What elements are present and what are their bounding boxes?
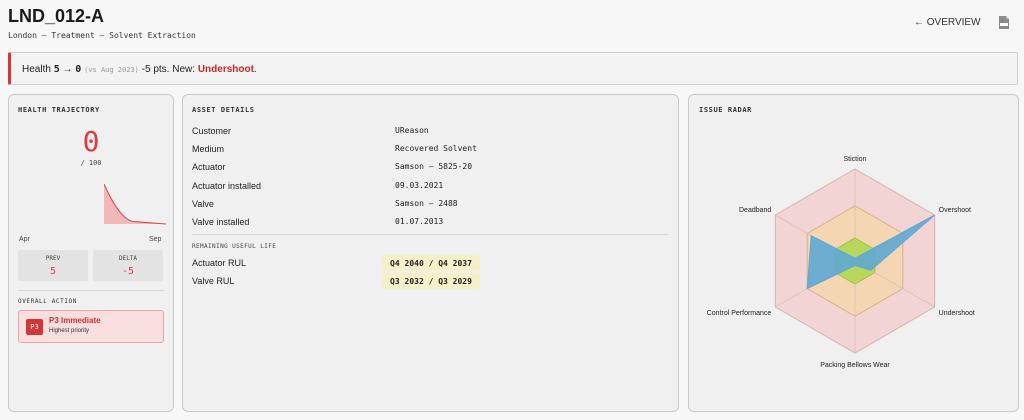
detail-row-actuator-installed: Actuator installed 09.03.2021 [192,181,668,195]
detail-value: Samson — 2488 [395,199,458,208]
prev-value: 5 [49,266,57,277]
alert-arrow: → [62,64,73,75]
alert-to-score: 0 [75,64,82,75]
detail-row-valve: Valve Samson — 2488 [192,199,668,213]
rul-value-text: Q3 2032 / Q3 2029 [390,277,472,286]
detail-key: Valve installed [192,217,250,227]
priority-badge: P3 [26,319,43,335]
radar-axis-label: Deadband [739,207,771,214]
divider [192,234,668,235]
delta-value: -5 [121,266,135,277]
panel-heading: ASSET DETAILS [192,106,255,114]
rul-value-text: Q4 2040 / Q4 2037 [390,259,472,268]
alert-comparison: (vs Aug 2023) [84,66,139,74]
radar-axis-label: Stiction [844,156,867,163]
detail-key: Customer [192,126,232,136]
delta-label: DELTA [118,255,138,262]
detail-row-medium: Medium Recovered Solvent [192,144,668,158]
page-title: LND_012-A [8,6,105,26]
overall-action-heading: OVERALL ACTION [18,298,77,305]
action-title: P3 Immediate [49,316,101,325]
divider [18,290,164,291]
sparkline-axis-end: Sep [149,236,162,243]
health-sparkline [104,183,166,225]
alert-from-score: 5 [53,64,60,75]
overall-action-card: P3 P3 Immediate Highest priority [18,310,164,343]
radar-axis-label: Packing Bellows Wear [820,362,890,369]
health-alert-banner: Health 5 → 0 (vs Aug 2023) -5 pts. New: … [8,52,1018,85]
detail-key: Medium [192,144,225,154]
rul-key: Actuator RUL [192,258,247,268]
detail-value: UReason [395,126,429,135]
rul-value-valve: Q3 2032 / Q3 2029 [382,273,480,289]
alert-text: Health 5 → 0 (vs Aug 2023) -5 pts. New: … [22,64,257,75]
overview-link[interactable]: ← OVERVIEW [914,17,981,28]
radar-axis-label: Undershoot [939,310,975,317]
alert-end: . [253,64,257,75]
radar-axis-label: Control Performance [707,310,772,317]
detail-key: Actuator installed [192,181,262,191]
detail-key: Actuator [192,162,226,172]
rul-key: Valve RUL [192,276,235,286]
delta-stat: DELTA -5 [93,250,163,281]
prev-label: PREV [45,255,61,262]
sparkline-area [104,184,166,224]
detail-value: 09.03.2021 [395,181,444,190]
detail-value: Samson — 5825-20 [395,162,473,171]
rul-value-actuator: Q4 2040 / Q4 2037 [382,255,480,271]
action-subtitle: Highest priority [49,328,90,334]
detail-row-customer: Customer UReason [192,126,668,140]
detail-row-actuator: Actuator Samson — 5825-20 [192,162,668,176]
health-score: 0 [82,125,100,158]
detail-row-valve-installed: Valve installed 01.07.2013 [192,217,668,231]
sparkline-axis-start: Apr [19,236,30,243]
health-score-max: / 100 [80,159,102,167]
issue-radar-panel: ISSUE RADAR Stiction Overshoot Undershoot P… [688,94,1019,412]
breadcrumb: London — Treatment — Solvent Extraction [8,31,196,40]
alert-issue: Undershoot [197,64,254,75]
radar-axis-label: Overshoot [939,207,971,214]
detail-value: 01.07.2013 [395,217,444,226]
alert-prefix: Health [22,64,51,75]
panel-heading: HEALTH TRAJECTORY [18,106,100,114]
health-trajectory-panel: HEALTH TRAJECTORY 0 / 100 Apr Sep PREV 5… [8,94,174,412]
detail-key: Valve [192,199,214,209]
pdf-icon[interactable] [997,15,1011,30]
alert-change: -5 pts. New: [141,64,196,75]
issue-radar-chart: Stiction Overshoot Undershoot Packing Bello… [707,156,975,369]
rul-heading: REMAINING USEFUL LIFE [192,243,277,250]
asset-details-panel: ASSET DETAILS Customer UReason Medium Re… [182,94,679,412]
detail-value: Recovered Solvent [395,144,477,153]
prev-stat: PREV 5 [18,250,88,281]
